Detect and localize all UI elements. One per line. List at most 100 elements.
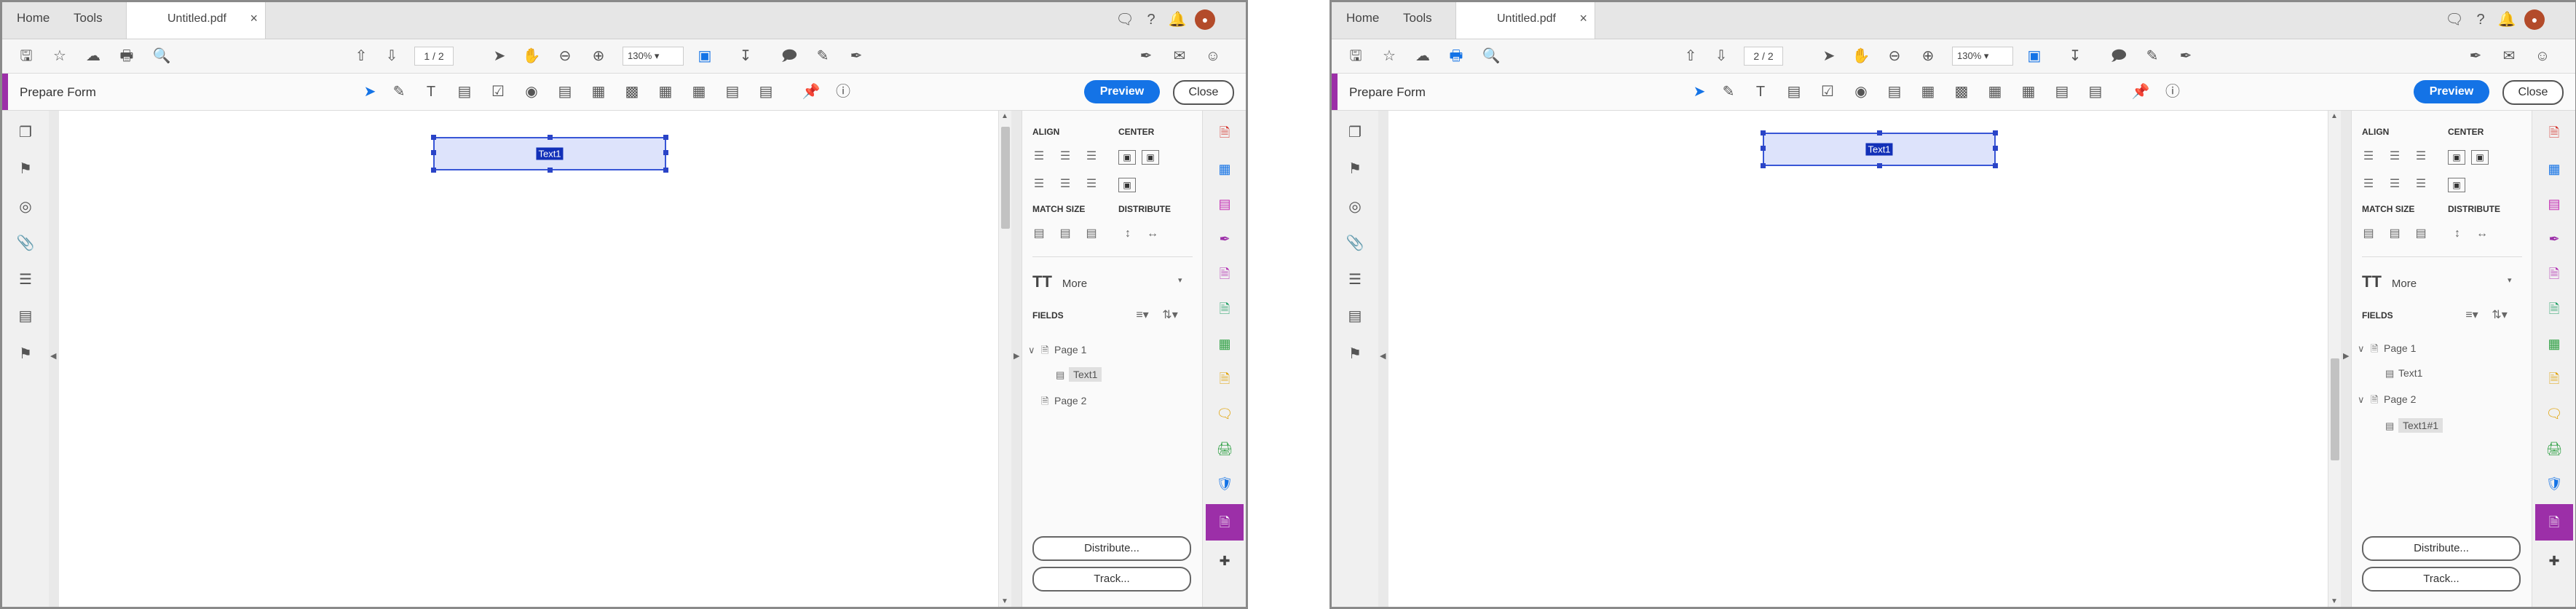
resize-handle[interactable] xyxy=(1761,146,1766,151)
upload-cloud-icon[interactable]: ☁ xyxy=(1412,46,1434,66)
close-tab-icon[interactable]: × xyxy=(1579,11,1587,26)
request-signature-icon[interactable]: 🗎 xyxy=(2544,264,2564,284)
edit-pdf-icon[interactable]: ▦ xyxy=(1214,334,1235,354)
signatures-icon[interactable]: ◎ xyxy=(15,197,36,217)
hand-icon[interactable]: ✋ xyxy=(521,46,542,66)
zoom-in-icon[interactable]: ⊕ xyxy=(588,46,609,66)
attachments-icon[interactable]: 📎 xyxy=(1345,233,1365,254)
date-field-icon[interactable]: ▦ xyxy=(2018,82,2039,102)
tags-icon[interactable]: ⚑ xyxy=(15,344,36,364)
bell-icon[interactable]: 🔔 xyxy=(2497,9,2517,30)
tab-home[interactable]: Home xyxy=(1346,11,1379,25)
radio-icon[interactable]: ◉ xyxy=(1850,82,1872,102)
sort-order-icon[interactable]: ⇅▾ xyxy=(1161,307,1180,323)
fill-sign-icon[interactable]: ✒ xyxy=(2465,46,2486,66)
content-icon[interactable]: ▤ xyxy=(15,306,36,326)
more-tools-icon[interactable]: ✚ xyxy=(1214,551,1235,571)
zoom-in-icon[interactable]: ⊕ xyxy=(1917,46,1939,66)
tree-item-field[interactable]: ▤ Text1 xyxy=(2385,367,2422,380)
select-arrow-icon[interactable]: ➤ xyxy=(1818,46,1840,66)
next-page-icon[interactable]: ⇩ xyxy=(381,46,403,66)
resize-handle[interactable] xyxy=(1993,163,1998,168)
protect-icon[interactable]: 🛡 xyxy=(2544,474,2564,494)
save-icon[interactable]: 🖫 xyxy=(15,46,37,66)
fit-page-icon[interactable]: ▣ xyxy=(694,46,716,66)
comment-icon[interactable]: 🗨 xyxy=(2444,9,2465,30)
scroll-mode-icon[interactable]: ↧ xyxy=(735,46,756,66)
right-panel-toggle[interactable]: ▶ xyxy=(2341,111,2351,607)
previous-page-icon[interactable]: ⇧ xyxy=(350,46,372,66)
sign-icon[interactable]: ✒ xyxy=(2175,46,2197,66)
align-middle-icon[interactable]: ☰ xyxy=(2385,176,2404,192)
resize-handle[interactable] xyxy=(431,150,436,155)
sort-order-icon[interactable]: ⇅▾ xyxy=(2490,307,2509,323)
text-field[interactable]: Text1 xyxy=(431,135,668,173)
organize-pages-icon[interactable]: ▤ xyxy=(1214,194,1235,214)
align-center-h-icon[interactable]: ☰ xyxy=(2385,149,2404,165)
comment-rail-icon[interactable]: 🗨 xyxy=(1214,404,1235,424)
list-box-icon[interactable]: ▤ xyxy=(554,82,576,102)
help-circle-icon[interactable]: ⓘ xyxy=(2162,82,2184,102)
right-panel-toggle[interactable]: ▶ xyxy=(1011,111,1022,607)
search-icon[interactable]: 🔍 xyxy=(151,46,173,66)
bookmarks-icon[interactable]: ⚑ xyxy=(15,159,36,179)
avatar[interactable]: ● xyxy=(2524,9,2545,30)
scroll-down-icon[interactable]: ▼ xyxy=(1001,597,1008,605)
select-tool-icon[interactable]: ➤ xyxy=(359,82,381,102)
match-width-icon[interactable]: ▤ xyxy=(1030,226,1048,242)
text-box-icon[interactable]: ▤ xyxy=(454,82,475,102)
fill-sign-rail-icon[interactable]: ✒ xyxy=(2544,229,2564,249)
tab-document[interactable]: Untitled.pdf × xyxy=(126,2,266,39)
bookmark-star-icon[interactable]: ☆ xyxy=(1378,46,1400,66)
distribute-vertical-icon[interactable]: ↔ xyxy=(2473,226,2492,242)
distribute-horizontal-icon[interactable]: ↕ xyxy=(1118,226,1137,242)
resize-handle[interactable] xyxy=(548,135,553,140)
select-arrow-icon[interactable]: ➤ xyxy=(489,46,510,66)
sort-icon[interactable]: ≡▾ xyxy=(1133,307,1152,323)
help-circle-icon[interactable]: ⓘ xyxy=(832,82,854,102)
select-tool-icon[interactable]: ➤ xyxy=(1688,82,1710,102)
create-pdf-icon[interactable]: 🗎 xyxy=(1214,122,1235,143)
sign-icon[interactable]: ✒ xyxy=(845,46,867,66)
more-dropdown[interactable]: TT More ▾ xyxy=(1032,272,1182,291)
signatures-icon[interactable]: ◎ xyxy=(1345,197,1365,217)
print-icon[interactable]: 🖶 xyxy=(1445,46,1467,66)
resize-handle[interactable] xyxy=(1993,146,1998,151)
align-bottom-icon[interactable]: ☰ xyxy=(1082,176,1101,192)
checkbox-icon[interactable]: ☑ xyxy=(487,82,509,102)
combine-files-icon[interactable]: ▦ xyxy=(2544,159,2564,179)
attachments-icon[interactable]: 📎 xyxy=(15,233,36,254)
center-both-icon[interactable]: ▣ xyxy=(2448,178,2465,192)
text-box-icon[interactable]: ▤ xyxy=(1783,82,1805,102)
print-production-icon[interactable]: 🖨 xyxy=(1214,439,1235,459)
match-both-icon[interactable]: ▤ xyxy=(2411,226,2430,242)
align-top-icon[interactable]: ☰ xyxy=(1030,176,1048,192)
resize-handle[interactable] xyxy=(663,168,668,173)
share-user-icon[interactable]: ☺ xyxy=(2532,46,2553,66)
comment-add-icon[interactable]: 🗩 xyxy=(2108,46,2130,66)
next-page-icon[interactable]: ⇩ xyxy=(1710,46,1732,66)
track-button[interactable]: Track... xyxy=(2362,567,2521,592)
page-thumbnails-icon[interactable]: ❐ xyxy=(15,122,36,143)
email-icon[interactable]: ✉ xyxy=(1169,46,1190,66)
tree-item-field[interactable]: ▤ Text1 xyxy=(1056,367,1102,382)
checkbox-icon[interactable]: ☑ xyxy=(1817,82,1838,102)
send-review-icon[interactable]: 🗎 xyxy=(2544,369,2564,389)
align-bottom-icon[interactable]: ☰ xyxy=(2411,176,2430,192)
more-dropdown[interactable]: TT More ▾ xyxy=(2362,272,2512,291)
document-canvas[interactable]: Text1 xyxy=(59,111,998,607)
fit-page-icon[interactable]: ▣ xyxy=(2023,46,2045,66)
barcode-icon[interactable]: ▤ xyxy=(2085,82,2106,102)
signature-field-icon[interactable]: ▤ xyxy=(2051,82,2073,102)
resize-handle[interactable] xyxy=(1877,130,1882,135)
text-field[interactable]: Text1 xyxy=(1761,130,1998,168)
center-both-icon[interactable]: ▣ xyxy=(1118,178,1136,192)
resize-handle[interactable] xyxy=(663,135,668,140)
tree-item-field[interactable]: ▤ Text1#1 xyxy=(2385,418,2443,433)
search-icon[interactable]: 🔍 xyxy=(1480,46,1502,66)
comment-add-icon[interactable]: 🗩 xyxy=(778,46,800,66)
scroll-up-icon[interactable]: ▲ xyxy=(1001,112,1008,120)
center-horizontal-icon[interactable]: ▣ xyxy=(2448,150,2465,165)
distribute-button[interactable]: Distribute... xyxy=(1032,536,1191,561)
content-icon[interactable]: ▤ xyxy=(1345,306,1365,326)
